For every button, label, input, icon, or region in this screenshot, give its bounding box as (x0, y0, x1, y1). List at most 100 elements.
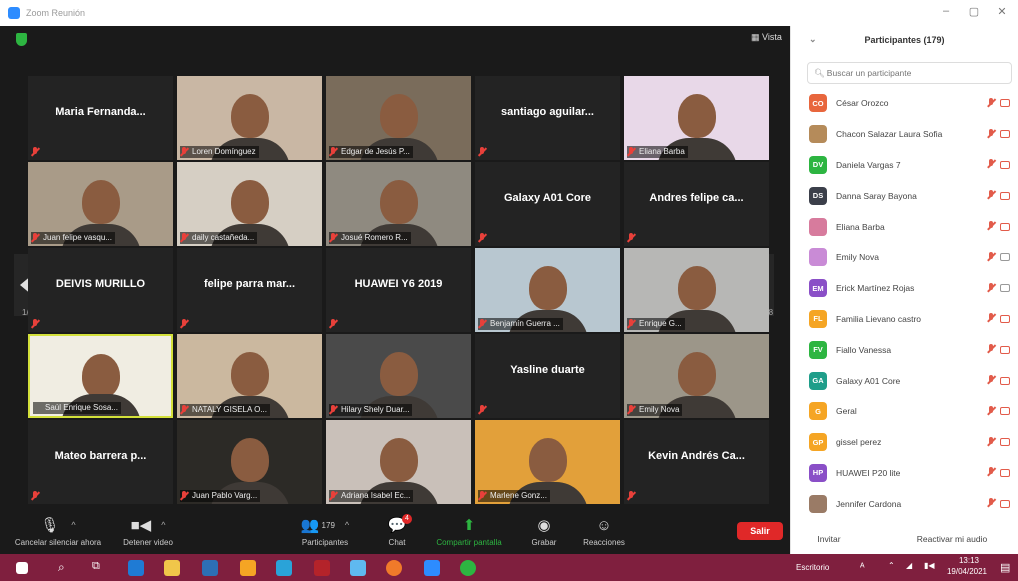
task-view-icon[interactable]: ⧉ (92, 560, 100, 573)
participant-row[interactable]: G Geral (791, 396, 1018, 427)
share-screen-button[interactable]: ⬆ Compartir pantalla (430, 514, 508, 547)
participant-tile[interactable]: Kevin Andrés Ca... (624, 420, 769, 504)
reactions-button[interactable]: ☺ Reacciones (578, 514, 630, 548)
participants-count: 179 (321, 520, 335, 530)
app-icon[interactable] (350, 560, 366, 576)
file-explorer-icon[interactable] (164, 560, 180, 576)
mail-icon[interactable] (202, 560, 218, 576)
meeting-toolbar: 🎙 ^ Cancelar silenciar ahora ■◀ ^ Detene… (0, 512, 790, 554)
stop-video-button[interactable]: ■◀ ^ Detener video (118, 514, 178, 547)
participant-tile[interactable]: daily castañeda... (177, 162, 322, 246)
participant-tile[interactable]: Loren Domínguez (177, 76, 322, 160)
participant-row[interactable]: GA Galaxy A01 Core (791, 365, 1018, 396)
participant-tile[interactable]: felipe parra mar... (177, 248, 322, 332)
participant-tile[interactable]: Galaxy A01 Core (475, 162, 620, 246)
volume-icon[interactable]: ▮◀ (924, 561, 935, 570)
participant-search[interactable]: 🔍︎ (807, 62, 1012, 84)
participant-row[interactable]: EM Erick Martínez Rojas (791, 273, 1018, 304)
clock-date[interactable]: 19/04/2021 (944, 567, 990, 576)
participant-video-figure (230, 352, 269, 396)
participant-row[interactable]: DS Danna Saray Bayona (791, 180, 1018, 211)
clock-time[interactable]: 13:13 (952, 556, 986, 565)
participant-video-figure (230, 438, 269, 482)
notification-icon[interactable]: ▤ (1000, 561, 1010, 574)
desktop-toolbar[interactable]: Escritorio (796, 563, 829, 572)
participant-row[interactable]: GP gissel perez (791, 427, 1018, 458)
participant-row[interactable]: FL Familia Lievano castro (791, 304, 1018, 335)
participant-name: HUAWEI P20 lite (836, 467, 901, 478)
security-shield-icon[interactable] (16, 33, 27, 46)
people-icon[interactable]: ᴬ (860, 562, 865, 573)
close-icon[interactable]: ✕ (994, 5, 1010, 18)
firefox-icon[interactable] (386, 560, 402, 576)
participant-video-figure (677, 352, 716, 396)
muted-mic-icon (987, 313, 996, 324)
participant-tile[interactable]: Josué Romero R... (326, 162, 471, 246)
participant-tile[interactable]: Hilary Shely Duar... (326, 334, 471, 418)
leave-button[interactable]: Salir (737, 522, 783, 540)
participant-tile[interactable]: NATALY GISELA O... (177, 334, 322, 418)
video-camera-icon (1000, 468, 1010, 477)
unmute-button[interactable]: 🎙 ^ Cancelar silenciar ahora (8, 514, 108, 547)
participant-tile[interactable]: Enrique G... (624, 248, 769, 332)
chat-badge: 4 (402, 514, 412, 524)
participant-tile[interactable]: Mateo barrera p... (28, 420, 173, 504)
panel-footer: Invitar Reactivar mi audio (791, 524, 1018, 554)
participant-row[interactable]: Jennifer Cardona (791, 488, 1018, 519)
participant-tile[interactable]: Saúl Enrique Sosa... (28, 334, 173, 418)
chat-button[interactable]: 💬 4 Chat (382, 514, 412, 547)
record-button[interactable]: ◉ Grabar (522, 514, 566, 547)
participants-button[interactable]: 👥 179 ^ Participantes (290, 514, 360, 547)
participant-row[interactable]: FV Fiallo Vanessa (791, 334, 1018, 365)
participant-row[interactable]: DV Daniela Vargas 7 (791, 150, 1018, 181)
view-button[interactable]: ▦ Vista (751, 32, 782, 43)
muted-mic-icon (329, 147, 337, 157)
participant-tile[interactable]: Maria Fernanda... (28, 76, 173, 160)
participant-name: Jennifer Cardona (836, 498, 902, 509)
participant-tile[interactable]: santiago aguilar... (475, 76, 620, 160)
participant-tile[interactable]: Yasline duarte (475, 334, 620, 418)
windows-start-icon[interactable] (16, 562, 28, 574)
maximize-icon[interactable]: ▢ (966, 5, 982, 18)
participant-row[interactable]: HP HUAWEI P20 lite (791, 458, 1018, 489)
video-camera-icon (1000, 253, 1010, 262)
participant-tile[interactable]: Emily Nova (624, 334, 769, 418)
reactivate-audio-button[interactable]: Reactivar mi audio (909, 530, 995, 548)
chrome-icon[interactable] (460, 560, 476, 576)
muted-mic-icon (329, 233, 337, 243)
edge-icon[interactable] (128, 560, 144, 576)
tray-arrow-icon[interactable]: ⌃ (888, 561, 895, 570)
participant-tile[interactable]: Marlene Gonz... (475, 420, 620, 504)
muted-mic-icon (478, 147, 486, 157)
participant-tile[interactable]: DEIVIS MURILLO (28, 248, 173, 332)
participant-tile[interactable]: Juan felipe vasqu... (28, 162, 173, 246)
participants-panel: ⌄ Participantes (179) 🔍︎ COCésar OrozcoC… (790, 26, 1018, 554)
participant-row[interactable]: CO César Orozco (791, 88, 1018, 119)
video-camera-icon (1000, 438, 1010, 447)
participant-video-figure (379, 438, 418, 482)
participant-tile[interactable]: Andres felipe ca... (624, 162, 769, 246)
search-input[interactable] (826, 68, 997, 78)
participant-row[interactable]: Emily Nova (791, 242, 1018, 273)
zoom-taskbar-icon[interactable] (424, 560, 440, 576)
participant-row[interactable]: Chacon Salazar Laura Sofia (791, 119, 1018, 150)
participant-tile[interactable]: Eliana Barba (624, 76, 769, 160)
participant-name-label: Hilary Shely Duar... (329, 404, 413, 416)
chat-icon: 💬 4 (382, 514, 412, 536)
participant-row[interactable]: Eliana Barba (791, 211, 1018, 242)
participant-tile[interactable]: Adriana Isabel Ec... (326, 420, 471, 504)
participant-tile[interactable]: Juan Pablo Varg... (177, 420, 322, 504)
app-icon[interactable] (276, 560, 292, 576)
chevron-down-icon[interactable]: ⌄ (809, 34, 817, 45)
avatar: EM (809, 279, 827, 298)
participant-tile[interactable]: Benjamín Guerra ... (475, 248, 620, 332)
network-icon[interactable]: ◢ (906, 561, 912, 570)
invite-button[interactable]: Invitar (809, 530, 849, 548)
minimize-icon[interactable]: – (938, 5, 954, 17)
app-icon[interactable] (314, 560, 330, 576)
search-icon[interactable]: ⌕ (58, 560, 65, 575)
participant-tile[interactable]: HUAWEI Y6 2019 (326, 248, 471, 332)
participant-tile[interactable]: Edgar de Jesús P... (326, 76, 471, 160)
participant-name: Familia Lievano castro (836, 313, 922, 324)
app-icon[interactable] (240, 560, 256, 576)
